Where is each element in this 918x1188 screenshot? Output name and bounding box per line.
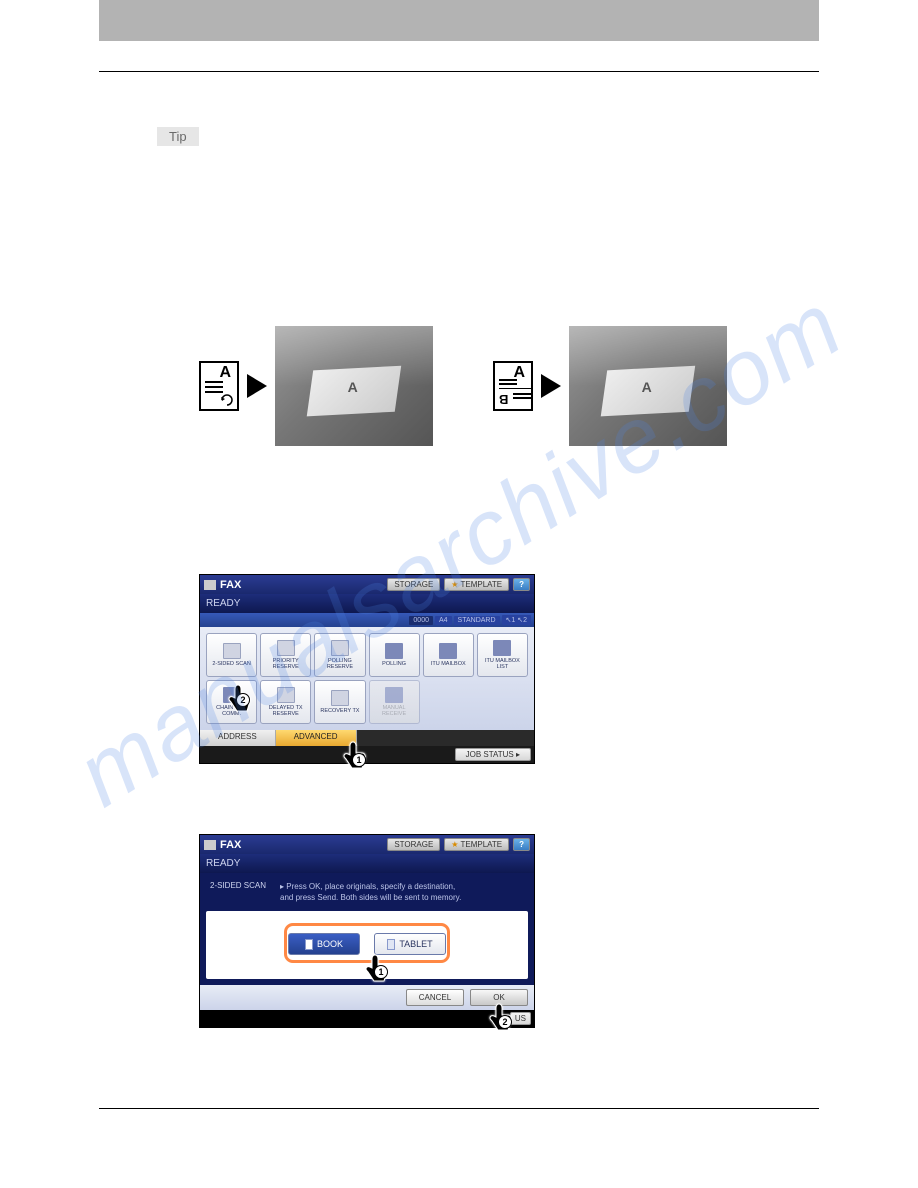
status-line: ↖1 ↖2 [502, 615, 531, 625]
arrow-icon [247, 374, 267, 398]
storage-button2[interactable]: STORAGE [387, 838, 440, 851]
mode-label: 2-SIDED SCAN [210, 881, 266, 903]
btn-itu-mailbox[interactable]: ITU MAILBOX [423, 633, 474, 677]
tip-label: Tip [157, 127, 199, 146]
feeder-image-left: A [275, 326, 433, 446]
page-letter-a: A [219, 364, 231, 382]
help-button[interactable]: ? [513, 578, 530, 591]
btn-itu-mailbox-list[interactable]: ITU MAILBOX LIST [477, 633, 528, 677]
btn-polling-reserve[interactable]: POLLING RESERVE [314, 633, 365, 677]
job-status-row2: US [200, 1010, 534, 1027]
status-row: 0000 A4 STANDARD ↖1 ↖2 [200, 613, 534, 627]
feeder-image-right: A [569, 326, 727, 446]
btn-manual-receive: MANUAL RECEIVE [369, 680, 420, 724]
arrow-icon [541, 374, 561, 398]
instruction-text: ▸ Press OK, place originals, specify a d… [280, 881, 461, 903]
step-1-badge: 1 [352, 753, 366, 767]
page-icon-single: A [199, 361, 239, 411]
tab-address[interactable]: ADDRESS [200, 730, 276, 746]
step-1-badge-s2: 1 [374, 965, 388, 979]
fax-icon [204, 580, 216, 590]
screen1-titlebar: FAX STORAGE TEMPLATE ? [200, 575, 534, 594]
page-icon-double: A B [493, 361, 533, 411]
btn-polling[interactable]: POLLING [369, 633, 420, 677]
fax-screen-advanced: FAX STORAGE TEMPLATE ? READY 0000 A4 STA… [199, 574, 535, 764]
bottom-rule [99, 1108, 819, 1109]
status-count: 0000 [409, 616, 433, 625]
job-status-button[interactable]: JOB STATUS ▸ [455, 748, 531, 761]
help-button2[interactable]: ? [513, 838, 530, 851]
btn-delayed-tx[interactable]: DELAYED TX RESERVE [260, 680, 311, 724]
dialog-buttons: CANCEL OK [200, 985, 534, 1010]
instruction-area: 2-SIDED SCAN ▸ Press OK, place originals… [200, 873, 534, 911]
top-header-bar [99, 0, 819, 41]
ready-status: READY [200, 594, 534, 613]
btn-2sided-scan[interactable]: 2-SIDED SCAN [206, 633, 257, 677]
status-mode: STANDARD [454, 616, 500, 625]
ready-status2: READY [200, 854, 534, 873]
step-2-badge: 2 [236, 693, 250, 707]
screen2-titlebar: FAX STORAGE TEMPLATE ? [200, 835, 534, 854]
cancel-button[interactable]: CANCEL [406, 989, 464, 1006]
fax-icon [204, 840, 216, 850]
page-content: Tip A A A B A FAX STORAGE TEMPLATE ? [0, 71, 918, 1109]
fax-screen-2sided: FAX STORAGE TEMPLATE ? READY 2-SIDED SCA… [199, 834, 535, 1028]
template-button2[interactable]: TEMPLATE [444, 838, 509, 851]
diagram-left: A A [199, 326, 433, 446]
fax-title: FAX [204, 579, 241, 591]
rotate-icon [220, 393, 234, 407]
diagram-right: A B A [493, 326, 727, 446]
btn-priority-reserve[interactable]: PRIORITY RESERVE [260, 633, 311, 677]
fax-title2: FAX [204, 839, 241, 851]
orientation-diagrams: A A A B A [199, 326, 819, 446]
storage-button[interactable]: STORAGE [387, 578, 440, 591]
page-letter-b: B [499, 392, 508, 407]
btn-recovery-tx[interactable]: RECOVERY TX [314, 680, 365, 724]
top-rule [99, 71, 819, 72]
status-size: A4 [435, 616, 452, 625]
template-button[interactable]: TEMPLATE [444, 578, 509, 591]
